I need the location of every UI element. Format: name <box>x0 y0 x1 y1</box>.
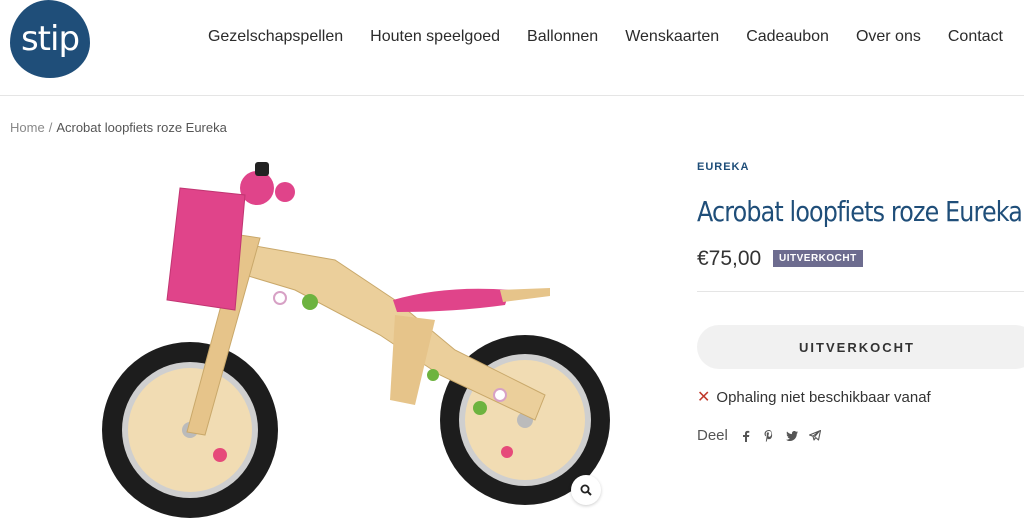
facebook-icon[interactable] <box>740 429 753 442</box>
product-image[interactable] <box>95 150 625 531</box>
breadcrumb-current: Acrobat loopfiets roze Eureka <box>56 120 227 135</box>
nav-item-wenskaarten[interactable]: Wenskaarten <box>625 28 719 46</box>
nav-item-cadeaubon[interactable]: Cadeaubon <box>746 28 829 46</box>
pickup-status: ✕ Ophaling niet beschikbaar vanaf <box>697 387 931 407</box>
zoom-icon <box>580 484 592 496</box>
zoom-button[interactable] <box>571 475 601 505</box>
divider <box>697 291 1024 292</box>
product-price: €75,00 <box>697 247 762 270</box>
pickup-text: Ophaling niet beschikbaar vanaf <box>716 388 931 406</box>
nav-item-contact[interactable]: Contact <box>948 28 1003 46</box>
x-icon: ✕ <box>697 389 711 406</box>
share-row: Deel <box>697 427 832 444</box>
breadcrumb-home[interactable]: Home <box>10 120 45 135</box>
product-brand[interactable]: EUREKA <box>697 161 749 173</box>
logo[interactable]: stip <box>10 0 90 78</box>
breadcrumb-separator: / <box>48 120 53 135</box>
main-nav: Gezelschapspellen Houten speelgoed Ballo… <box>181 28 1003 46</box>
nav-item-houten-speelgoed[interactable]: Houten speelgoed <box>370 28 500 46</box>
product-title: Acrobat loopfiets roze Eureka <box>697 195 1023 228</box>
pinterest-icon[interactable] <box>763 429 776 442</box>
logo-text: stip <box>20 19 80 59</box>
site-header: stip Gezelschapspellen Houten speelgoed … <box>0 0 1024 96</box>
status-badge: UITVERKOCHT <box>773 250 863 267</box>
nav-item-ballonnen[interactable]: Ballonnen <box>527 28 598 46</box>
nav-item-gezelschapspellen[interactable]: Gezelschapspellen <box>208 28 343 46</box>
telegram-icon[interactable] <box>809 429 822 442</box>
sold-out-button[interactable]: UITVERKOCHT <box>697 325 1024 369</box>
breadcrumb: Home / Acrobat loopfiets roze Eureka <box>10 120 227 135</box>
share-label: Deel <box>697 427 728 444</box>
twitter-icon[interactable] <box>786 429 799 442</box>
nav-item-over-ons[interactable]: Over ons <box>856 28 921 46</box>
